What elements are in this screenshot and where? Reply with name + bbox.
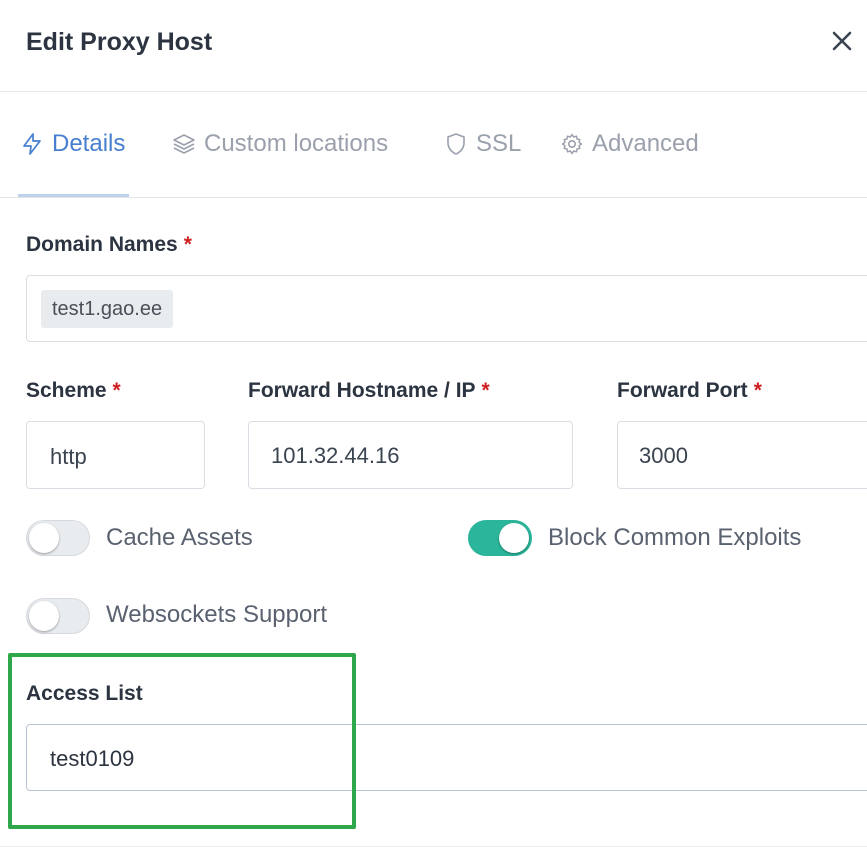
websockets-support-toggle[interactable] — [26, 598, 90, 634]
close-button[interactable] — [827, 26, 857, 56]
layers-icon — [173, 134, 195, 154]
forward-hostname-input[interactable]: 101.32.44.16 — [248, 421, 573, 489]
block-common-exploits-label: Block Common Exploits — [548, 524, 802, 551]
forward-hostname-value: 101.32.44.16 — [271, 443, 400, 468]
close-icon — [832, 31, 852, 51]
tab-ssl-label: SSL — [476, 130, 522, 157]
tab-details[interactable]: Details — [20, 128, 125, 160]
tab-ssl[interactable]: SSL — [444, 128, 521, 160]
tab-advanced[interactable]: Advanced — [560, 128, 699, 160]
required-mark: * — [481, 379, 490, 402]
block-common-exploits-toggle[interactable] — [468, 520, 532, 556]
tab-details-label: Details — [52, 130, 126, 157]
shield-icon — [447, 133, 465, 155]
active-tab-indicator — [18, 194, 129, 197]
scheme-select[interactable]: http — [26, 421, 205, 489]
forward-hostname-label: Forward Hostname / IP * — [248, 379, 490, 402]
scheme-value: http — [50, 444, 87, 469]
access-list-select[interactable]: test0109 — [26, 724, 867, 791]
toggle-knob — [29, 523, 59, 553]
modal-title: Edit Proxy Host — [26, 28, 213, 56]
tab-custom-locations[interactable]: Custom locations — [172, 128, 388, 160]
required-mark: * — [753, 379, 762, 402]
required-mark: * — [112, 379, 121, 402]
cache-assets-label: Cache Assets — [106, 524, 253, 551]
forward-port-value: 3000 — [639, 443, 688, 468]
forward-port-input[interactable]: 3000 — [617, 421, 867, 489]
domain-chip[interactable]: test1.gao.ee — [41, 290, 174, 328]
websockets-support-label: Websockets Support — [106, 601, 328, 628]
tab-bar: Details Custom locations SSL Advanced — [0, 92, 867, 198]
access-list-label: Access List — [26, 682, 143, 705]
domain-names-label: Domain Names * — [26, 233, 192, 256]
cache-assets-toggle[interactable] — [26, 520, 90, 556]
domain-names-input[interactable]: test1.gao.ee — [26, 275, 867, 342]
tab-custom-locations-label: Custom locations — [204, 130, 389, 157]
toggle-knob — [499, 523, 529, 553]
forward-port-label: Forward Port * — [617, 379, 762, 402]
required-mark: * — [183, 233, 192, 256]
access-list-value: test0109 — [50, 746, 135, 771]
modal-header: Edit Proxy Host — [0, 0, 867, 92]
gear-icon — [561, 133, 583, 155]
tab-advanced-label: Advanced — [592, 130, 699, 157]
edit-proxy-host-modal: Edit Proxy Host Details Custom locations — [0, 0, 867, 861]
scheme-label: Scheme * — [26, 379, 121, 402]
divider — [0, 846, 867, 847]
toggle-knob — [29, 601, 59, 631]
bolt-icon — [23, 133, 41, 155]
